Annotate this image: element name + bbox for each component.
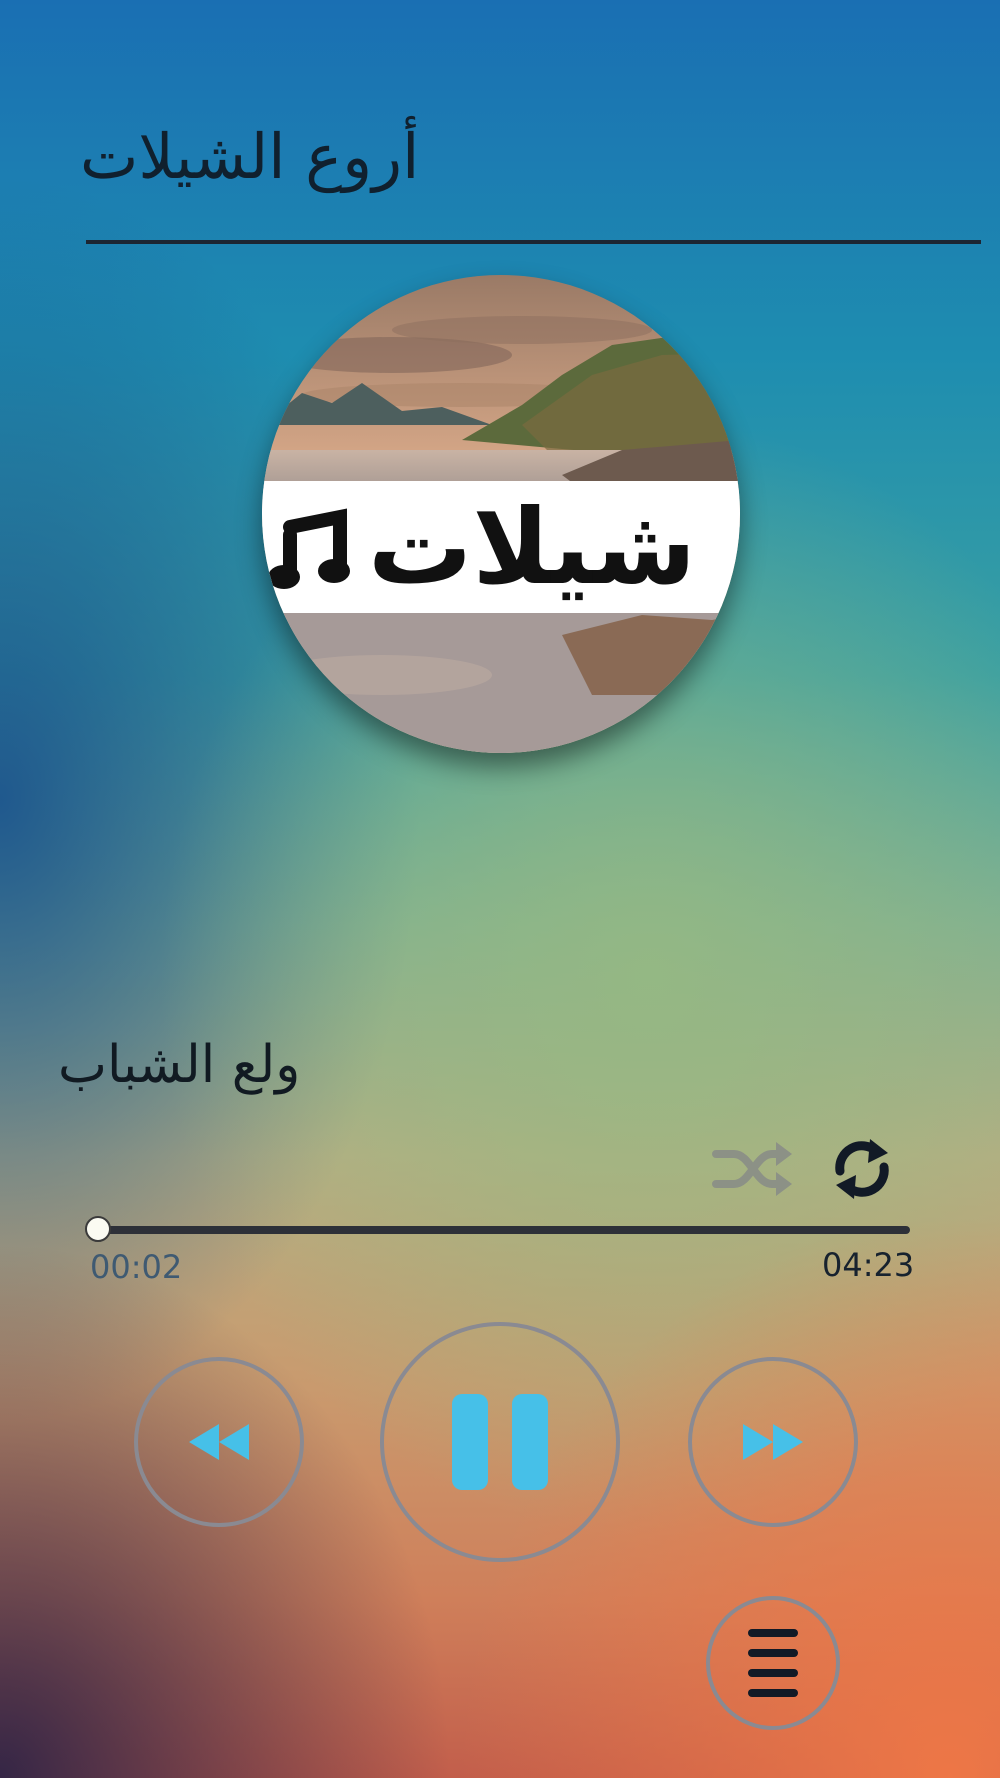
- album-art-label: شيلات: [368, 486, 696, 608]
- pause-icon: [452, 1394, 548, 1490]
- elapsed-time: 00:02: [90, 1248, 183, 1286]
- fast-forward-button[interactable]: [688, 1357, 858, 1527]
- shuffle-icon: [712, 1142, 792, 1196]
- playlist-button[interactable]: [706, 1596, 840, 1730]
- title-divider: [86, 240, 981, 244]
- track-title: ولع الشباب: [58, 1035, 301, 1095]
- shuffle-button[interactable]: [712, 1138, 794, 1200]
- repeat-icon: [835, 1139, 889, 1199]
- total-duration: 04:23: [822, 1246, 915, 1284]
- menu-icon: [748, 1629, 798, 1697]
- rewind-button[interactable]: [134, 1357, 304, 1527]
- page-title: أروع الشيلات: [80, 120, 420, 193]
- seek-bar[interactable]: [85, 1216, 910, 1242]
- album-art: شيلات: [262, 275, 740, 753]
- pause-button[interactable]: [380, 1322, 620, 1562]
- rewind-icon: [189, 1424, 249, 1460]
- fast-forward-icon: [743, 1424, 803, 1460]
- repeat-button[interactable]: [828, 1135, 896, 1203]
- seek-thumb[interactable]: [85, 1216, 112, 1242]
